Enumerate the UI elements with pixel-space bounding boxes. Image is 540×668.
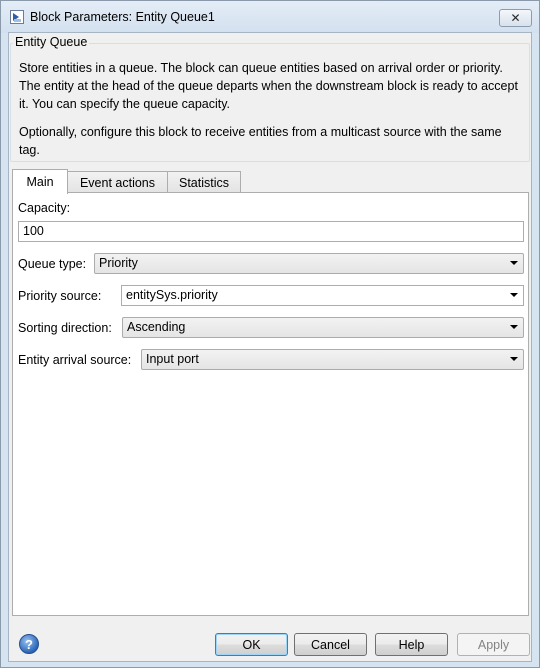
apply-button-label: Apply [477, 637, 510, 652]
capacity-input[interactable]: 100 [18, 221, 524, 242]
question-mark-icon: ? [25, 636, 33, 652]
chevron-down-icon [510, 293, 518, 297]
close-icon: ✕ [510, 11, 521, 25]
entity-arrival-source-dropdown[interactable]: Input port [141, 349, 524, 370]
description-text: Store entities in a queue. The block can… [19, 59, 519, 169]
help-button[interactable]: Help [375, 633, 448, 656]
priority-source-combobox[interactable]: entitySys.priority [121, 285, 524, 306]
description-group: Entity Queue Store entities in a queue. … [9, 33, 531, 162]
sorting-direction-value: Ascending [127, 320, 186, 334]
tab-main-label: Main [26, 175, 54, 189]
priority-source-label: Priority source: [18, 289, 102, 303]
tab-main[interactable]: Main [12, 169, 68, 194]
simulink-app-icon [10, 10, 24, 24]
entity-arrival-source-label: Entity arrival source: [18, 353, 132, 367]
tab-statistics-label: Statistics [178, 175, 229, 190]
close-button[interactable]: ✕ [499, 9, 532, 27]
apply-button: Apply [457, 633, 530, 656]
chevron-down-icon [510, 357, 518, 361]
chevron-down-icon [510, 261, 518, 265]
window-title: Block Parameters: Entity Queue1 [30, 10, 215, 24]
main-tab-panel: Capacity: 100 Queue type: Priority Prior… [12, 192, 529, 616]
priority-source-value: entitySys.priority [126, 288, 218, 302]
tab-statistics[interactable]: Statistics [167, 171, 241, 193]
cancel-button[interactable]: Cancel [294, 633, 367, 656]
help-button-label: Help [398, 637, 425, 652]
block-parameters-dialog: Block Parameters: Entity Queue1 ✕ Entity… [0, 0, 540, 668]
title-bar[interactable]: Block Parameters: Entity Queue1 ✕ [1, 1, 539, 33]
capacity-label: Capacity: [18, 201, 71, 215]
description-group-title: Entity Queue [13, 35, 90, 49]
ok-button-label: OK [242, 637, 261, 652]
entity-arrival-source-value: Input port [146, 352, 199, 366]
sorting-direction-label: Sorting direction: [18, 321, 112, 335]
tab-event-actions[interactable]: Event actions [67, 171, 168, 193]
tab-event-actions-label: Event actions [79, 175, 156, 190]
description-paragraph: Store entities in a queue. The block can… [19, 61, 518, 111]
description-paragraph: Optionally, configure this block to rece… [19, 125, 502, 157]
ok-button[interactable]: OK [215, 633, 288, 656]
chevron-down-icon [510, 325, 518, 329]
capacity-value: 100 [23, 224, 44, 238]
dialog-client-area: Entity Queue Store entities in a queue. … [8, 32, 532, 662]
help-icon[interactable]: ? [19, 634, 39, 654]
cancel-button-label: Cancel [311, 637, 350, 652]
queue-type-value: Priority [99, 256, 138, 270]
queue-type-label: Queue type: [18, 257, 87, 271]
queue-type-dropdown[interactable]: Priority [94, 253, 524, 274]
sorting-direction-dropdown[interactable]: Ascending [122, 317, 524, 338]
